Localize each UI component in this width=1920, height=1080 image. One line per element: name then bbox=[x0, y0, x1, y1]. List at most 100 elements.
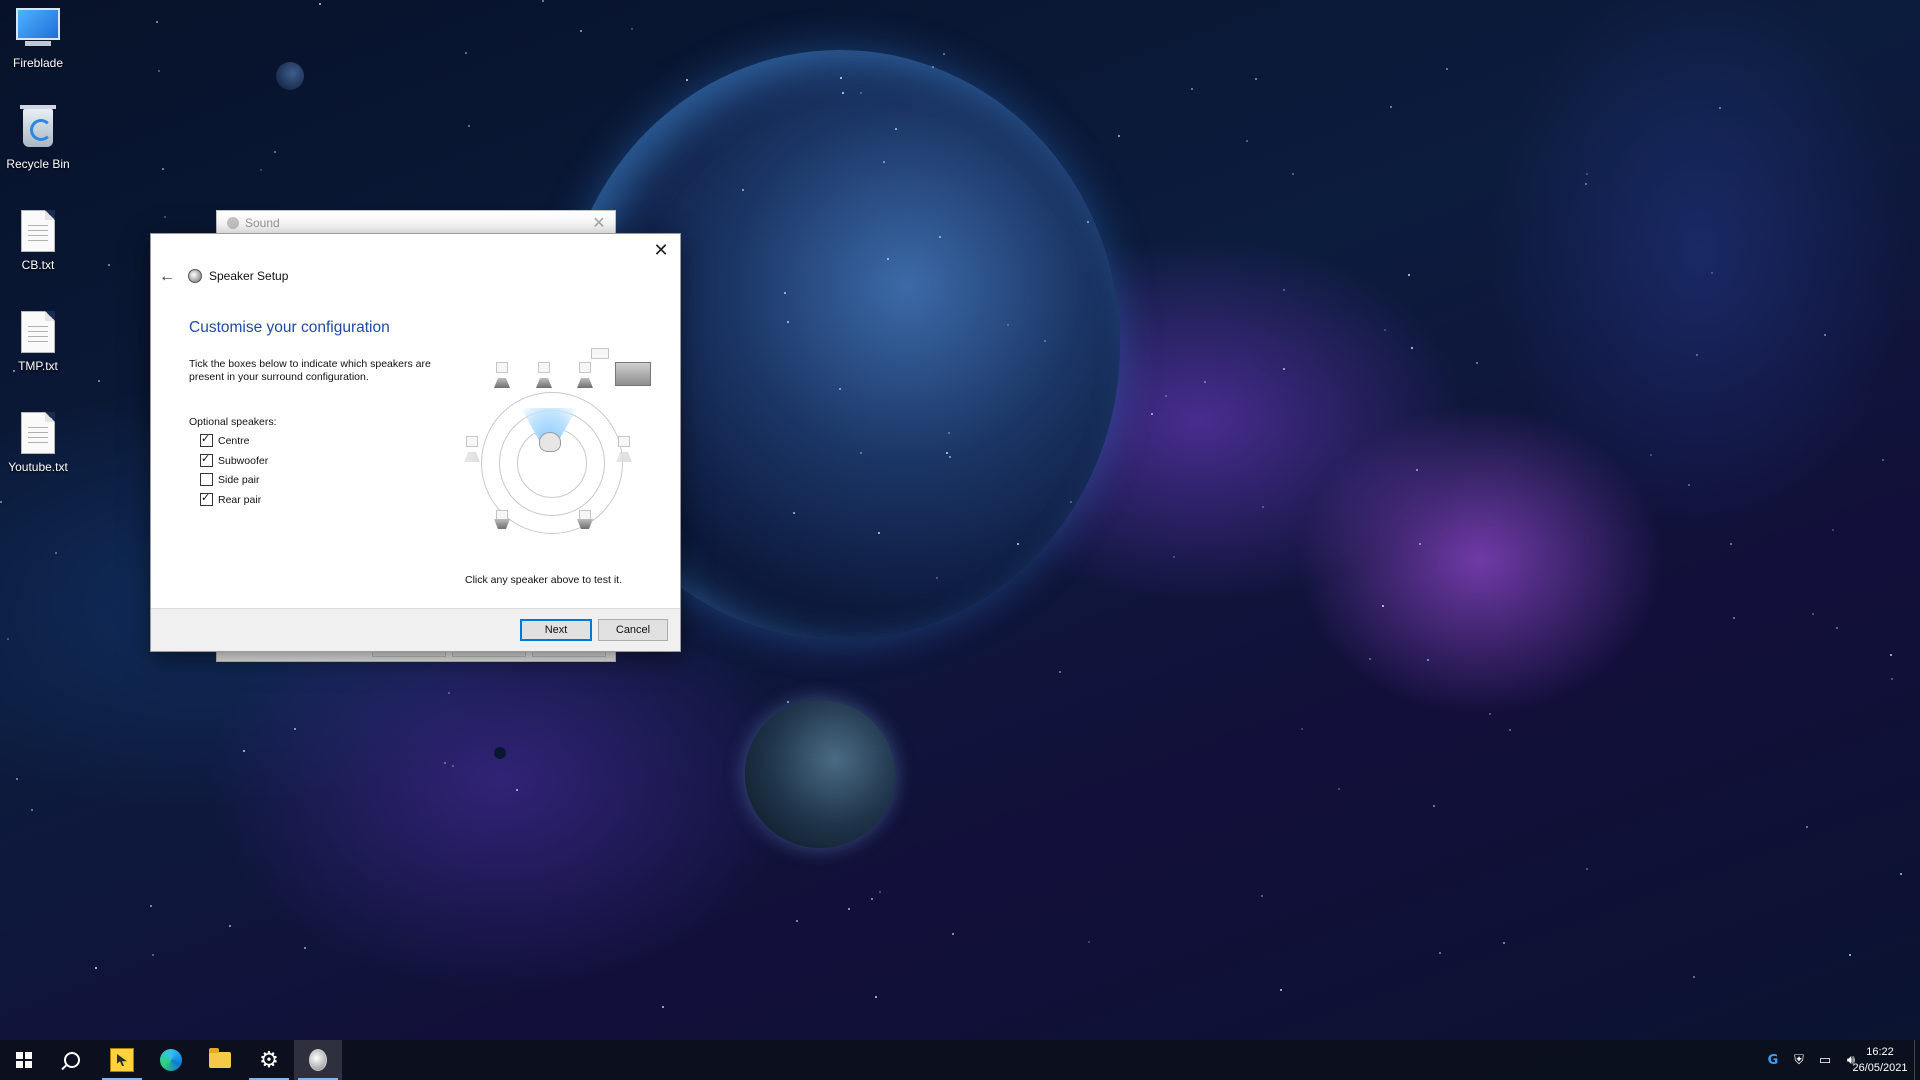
gear-icon: ⚙ bbox=[259, 1047, 279, 1073]
start-button[interactable] bbox=[0, 1040, 48, 1080]
desktop-icon-label: Recycle Bin bbox=[6, 157, 70, 171]
taskbar-edge[interactable] bbox=[147, 1040, 195, 1080]
speaker-front-right[interactable] bbox=[574, 362, 596, 388]
star bbox=[243, 750, 245, 752]
star bbox=[1824, 334, 1826, 336]
taskbar-settings[interactable]: ⚙ bbox=[245, 1040, 293, 1080]
close-button[interactable]: ✕ bbox=[648, 238, 674, 262]
star bbox=[1204, 381, 1206, 383]
taskbar-file-explorer[interactable] bbox=[196, 1040, 244, 1080]
checkbox-centre[interactable]: Centre bbox=[200, 432, 250, 447]
speaker-rear-right[interactable] bbox=[574, 510, 596, 536]
speaker-subwoofer[interactable] bbox=[615, 362, 651, 386]
clock[interactable]: 16:22 26/05/2021 bbox=[1850, 1044, 1910, 1076]
speaker-side-left[interactable] bbox=[461, 436, 483, 462]
star bbox=[1070, 501, 1072, 503]
checkbox-box[interactable] bbox=[200, 452, 213, 467]
star bbox=[839, 388, 841, 390]
checkbox-label: Subwoofer bbox=[218, 454, 269, 467]
logitech-icon[interactable]: G bbox=[1764, 1051, 1782, 1069]
star bbox=[1427, 659, 1429, 661]
text-file-icon bbox=[16, 311, 60, 355]
desktop-icon-youtube-txt[interactable]: Youtube.txt bbox=[0, 404, 76, 474]
checkbox-label: Centre bbox=[218, 434, 250, 447]
star bbox=[1369, 658, 1371, 660]
desktop-icon-label: TMP.txt bbox=[18, 359, 58, 373]
speaker-side-right[interactable] bbox=[613, 436, 635, 462]
star bbox=[1693, 976, 1695, 978]
show-desktop-button[interactable] bbox=[1914, 1040, 1920, 1080]
star bbox=[1246, 140, 1248, 142]
star bbox=[793, 512, 795, 514]
star bbox=[1446, 68, 1448, 70]
security-shield-icon[interactable]: ⛨ bbox=[1790, 1051, 1808, 1069]
star bbox=[164, 216, 166, 218]
desktop-icon-tmp-txt[interactable]: TMP.txt bbox=[0, 303, 76, 373]
computer-icon bbox=[16, 8, 60, 52]
checkbox-box[interactable] bbox=[200, 491, 213, 506]
checkbox-rear-pair[interactable]: Rear pair bbox=[200, 491, 261, 506]
checkbox-box[interactable] bbox=[200, 432, 213, 447]
back-button[interactable]: ← bbox=[157, 267, 177, 287]
star bbox=[1059, 671, 1061, 673]
star bbox=[1173, 556, 1175, 558]
star bbox=[848, 908, 850, 910]
star bbox=[162, 168, 164, 170]
windows-logo-icon bbox=[16, 1052, 32, 1068]
star bbox=[55, 552, 57, 554]
cancel-button[interactable]: Cancel bbox=[598, 619, 668, 641]
star bbox=[1280, 989, 1282, 991]
clock-date: 26/05/2021 bbox=[1852, 1062, 1908, 1074]
star bbox=[452, 765, 454, 767]
speaker-centre[interactable] bbox=[533, 362, 555, 388]
star bbox=[1891, 678, 1893, 680]
network-icon[interactable]: ▭ bbox=[1816, 1051, 1834, 1069]
star bbox=[1165, 395, 1167, 397]
desktop-icon-fireblade[interactable]: Fireblade bbox=[0, 0, 76, 70]
star bbox=[860, 452, 862, 454]
speaker-front-left[interactable] bbox=[491, 362, 513, 388]
file-explorer-icon bbox=[209, 1048, 231, 1068]
checkbox-subwoofer[interactable]: Subwoofer bbox=[200, 452, 269, 467]
taskbar-pinned-app[interactable] bbox=[98, 1040, 146, 1080]
star bbox=[936, 577, 938, 579]
sound-close-button[interactable]: ✕ bbox=[589, 213, 609, 233]
star bbox=[871, 898, 873, 900]
star bbox=[1390, 106, 1392, 108]
search-button[interactable] bbox=[48, 1040, 96, 1080]
speaker-icon bbox=[188, 269, 202, 283]
star bbox=[1585, 183, 1587, 185]
speaker-diagram bbox=[461, 348, 651, 554]
speaker-icon bbox=[227, 217, 239, 229]
sound-titlebar[interactable]: Sound bbox=[217, 211, 615, 235]
star bbox=[662, 1006, 664, 1008]
star bbox=[580, 30, 582, 32]
star bbox=[879, 891, 881, 893]
checkbox-side-pair[interactable]: Side pair bbox=[200, 473, 259, 486]
desktop-icon-cb-txt[interactable]: CB.txt bbox=[0, 202, 76, 272]
star bbox=[860, 92, 862, 94]
test-hint-text: Click any speaker above to test it. bbox=[465, 574, 622, 586]
speaker-tag bbox=[538, 362, 550, 373]
checkbox-box[interactable] bbox=[200, 473, 213, 486]
taskbar-speaker-setup[interactable] bbox=[294, 1040, 342, 1080]
star bbox=[952, 933, 954, 935]
next-button[interactable]: Next bbox=[520, 619, 592, 641]
star bbox=[784, 292, 786, 294]
star bbox=[98, 380, 100, 382]
star bbox=[1088, 941, 1090, 943]
dialog-header: Speaker Setup bbox=[188, 269, 288, 283]
star bbox=[156, 21, 158, 23]
star bbox=[1688, 484, 1690, 486]
desktop-icon-recycle-bin[interactable]: Recycle Bin bbox=[0, 101, 76, 171]
star bbox=[787, 321, 789, 323]
star bbox=[1151, 413, 1153, 415]
star bbox=[152, 954, 154, 956]
star bbox=[542, 0, 544, 2]
star bbox=[1509, 729, 1511, 731]
star bbox=[887, 258, 889, 260]
star bbox=[1191, 88, 1193, 90]
star bbox=[787, 701, 789, 703]
speaker-rear-left[interactable] bbox=[491, 510, 513, 536]
speaker-setup-dialog[interactable]: ✕ ← Speaker Setup Customise your configu… bbox=[150, 233, 681, 652]
